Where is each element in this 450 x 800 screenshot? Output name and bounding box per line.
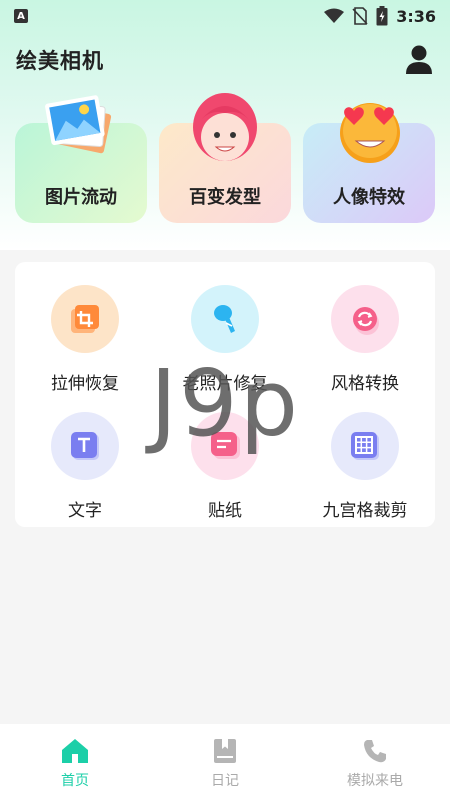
tool-label: 贴纸: [208, 501, 242, 521]
hairstyle-avatar-icon: [193, 93, 257, 161]
clock: 3:36: [396, 6, 436, 26]
nav-fake-call[interactable]: 模拟来电: [300, 724, 450, 800]
brush-icon: [191, 285, 259, 353]
feature-label: 图片流动: [45, 187, 117, 208]
wifi-icon: [324, 8, 345, 23]
nav-label: 首页: [61, 773, 89, 789]
nav-diary[interactable]: 日记: [150, 724, 300, 800]
nav-label: 日记: [211, 773, 239, 789]
tool-text[interactable]: 文字: [15, 392, 155, 521]
phone-icon: [364, 740, 386, 763]
tool-grid-crop[interactable]: 九宫格裁剪: [295, 392, 435, 521]
tool-style-convert[interactable]: 风格转换: [295, 265, 435, 394]
nav-home[interactable]: 首页: [0, 724, 150, 800]
notification-app-icon: A: [14, 9, 28, 23]
status-bar: A 3:36: [0, 0, 450, 32]
diary-book-icon: [214, 739, 236, 763]
feature-card-portrait-effects[interactable]: 人像特效: [303, 103, 435, 223]
crop-icon: [51, 285, 119, 353]
tool-stretch-restore[interactable]: 拉伸恢复: [15, 265, 155, 394]
tool-label: 拉伸恢复: [51, 374, 119, 394]
feature-label: 百变发型: [189, 187, 261, 208]
feature-label: 人像特效: [333, 187, 405, 208]
watermark-text: J9p: [150, 350, 301, 457]
heart-eyes-emoji-icon: [340, 103, 400, 163]
tool-label: 风格转换: [331, 374, 399, 394]
user-profile-button[interactable]: [404, 45, 434, 75]
grid-icon: [331, 412, 399, 480]
convert-icon: [331, 285, 399, 353]
tool-label: 九宫格裁剪: [322, 501, 408, 521]
picture-flow-icon: [45, 95, 112, 154]
app-title: 绘美相机: [16, 49, 104, 73]
feature-card-hairstyle[interactable]: 百变发型: [159, 93, 291, 223]
user-icon: [406, 45, 432, 74]
text-icon: [51, 412, 119, 480]
feature-cards: 图片流动 百变发型 人像特效: [15, 93, 435, 225]
home-icon: [62, 739, 88, 763]
nav-label: 模拟来电: [347, 773, 403, 789]
no-sim-icon: [352, 7, 368, 25]
battery-charging-icon: [376, 6, 388, 26]
bottom-navigation: 首页 日记 模拟来电: [0, 724, 450, 800]
feature-card-picture-flow[interactable]: 图片流动: [15, 95, 147, 223]
app-header: 绘美相机: [0, 38, 450, 82]
tool-label: 文字: [68, 501, 102, 521]
